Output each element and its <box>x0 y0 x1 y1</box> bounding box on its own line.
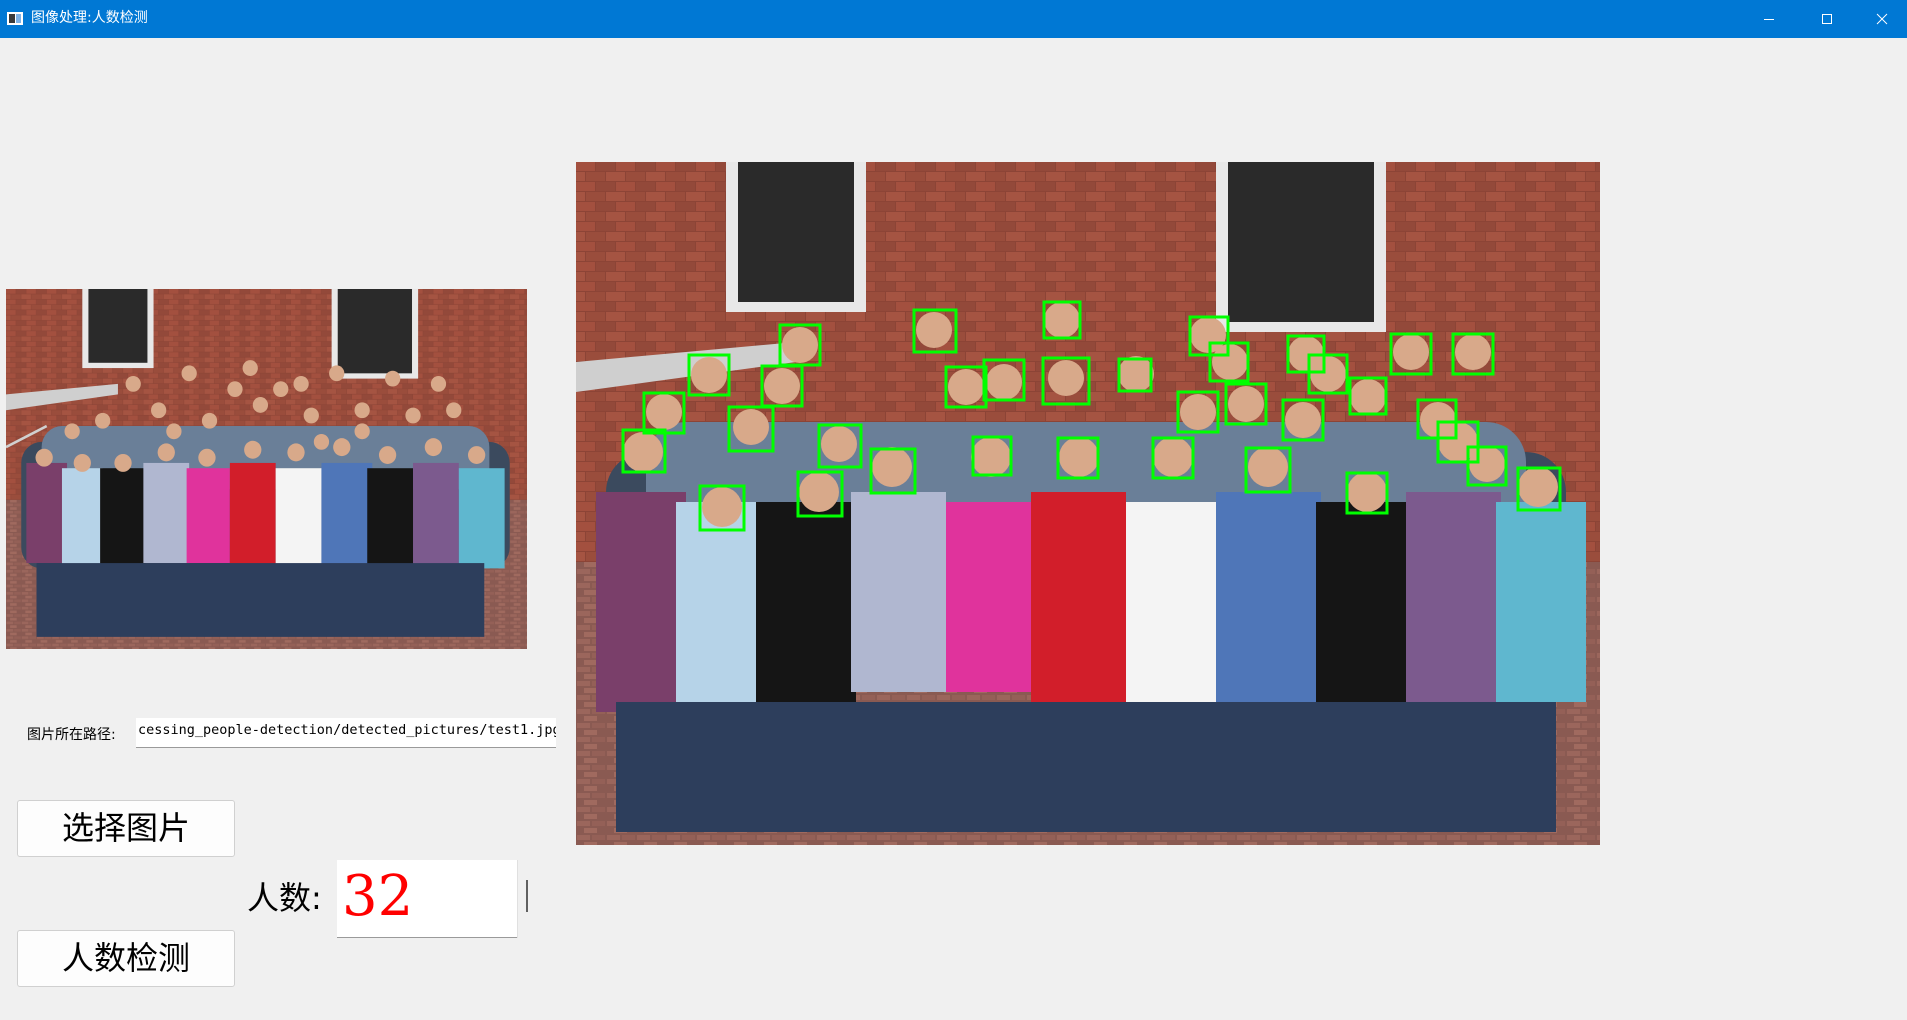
detection-result-image <box>576 162 1600 845</box>
maximize-button[interactable] <box>1798 0 1856 38</box>
people-count-display: 32 <box>337 860 537 938</box>
close-button[interactable] <box>1856 0 1907 38</box>
minimize-icon <box>1764 19 1774 20</box>
people-count-label: 人数: <box>247 879 322 917</box>
minimize-button[interactable] <box>1740 0 1798 38</box>
image-path-field[interactable]: cessing_people-detection/detected_pictur… <box>136 718 556 748</box>
app-window-icon <box>7 12 23 25</box>
people-count-value: 32 <box>342 864 414 929</box>
original-image <box>6 289 527 649</box>
count-scrollbar[interactable] <box>517 860 537 938</box>
window-title: 图像处理:人数检测 <box>31 10 148 26</box>
close-icon <box>1876 13 1887 25</box>
image-path-label: 图片所在路径: <box>27 727 116 743</box>
detect-people-button[interactable]: 人数检测 <box>17 930 235 987</box>
maximize-icon <box>1822 14 1832 24</box>
title-bar[interactable]: 图像处理:人数检测 <box>0 0 1907 38</box>
select-image-button[interactable]: 选择图片 <box>17 800 235 857</box>
